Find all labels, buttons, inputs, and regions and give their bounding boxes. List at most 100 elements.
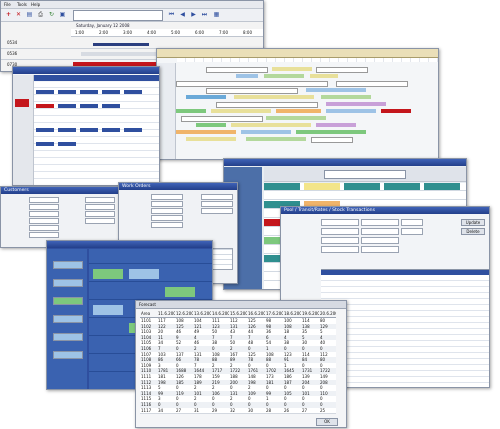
task-bar[interactable] [234, 95, 314, 99]
task-bar[interactable] [186, 95, 226, 99]
task-bar[interactable] [296, 130, 366, 134]
table-row[interactable]: 1117 34 27 31 29 32 30 28 26 27 25 [140, 407, 336, 415]
grid-cell[interactable] [80, 128, 98, 132]
task-bar[interactable] [326, 102, 386, 106]
form-field[interactable] [201, 201, 233, 207]
task-bar[interactable] [326, 109, 376, 113]
gantt-bar[interactable] [93, 43, 149, 46]
status-tile[interactable] [264, 183, 300, 190]
appointment-block[interactable] [93, 305, 123, 315]
task-bar[interactable] [321, 95, 371, 99]
form-field[interactable] [29, 204, 59, 210]
task-bar[interactable] [176, 81, 328, 87]
task-bar[interactable] [186, 137, 236, 141]
status-tile[interactable] [344, 183, 380, 190]
task-bar[interactable] [216, 102, 318, 108]
form-field[interactable] [85, 211, 115, 217]
day-slot-button[interactable] [53, 351, 83, 359]
form-field[interactable] [29, 218, 59, 224]
transit-field[interactable] [361, 219, 399, 226]
task-bar[interactable] [206, 88, 298, 94]
grid-cell[interactable] [58, 142, 76, 146]
grid-cell[interactable] [58, 90, 76, 94]
form-field[interactable] [151, 201, 183, 207]
form-field[interactable] [151, 194, 183, 200]
appointment-block[interactable] [93, 269, 123, 279]
task-bar[interactable] [266, 116, 326, 120]
menu-help[interactable]: Help [31, 2, 40, 7]
transit-field[interactable] [361, 228, 399, 235]
form-field[interactable] [85, 218, 115, 224]
print-icon[interactable]: ⎙ [36, 10, 45, 19]
task-bar[interactable] [306, 88, 366, 92]
transit-field[interactable] [361, 246, 399, 253]
transit-field[interactable] [361, 237, 399, 244]
task-bar[interactable] [231, 123, 311, 127]
form-field[interactable] [151, 208, 183, 214]
task-bar[interactable] [211, 109, 271, 113]
task-bar[interactable] [311, 137, 353, 143]
day-slot-button[interactable] [53, 297, 83, 305]
transit-field[interactable] [401, 219, 423, 226]
grid-cell[interactable] [58, 128, 76, 132]
form-field[interactable] [29, 211, 59, 217]
task-bar[interactable] [336, 81, 408, 87]
transit-field[interactable] [321, 228, 359, 235]
grid-cell[interactable] [102, 90, 120, 94]
status-filter-field[interactable] [324, 170, 406, 179]
appointment-block[interactable] [129, 269, 159, 279]
task-bar[interactable] [176, 130, 236, 134]
task-bar[interactable] [176, 109, 206, 113]
update-button[interactable]: Update [461, 219, 485, 226]
day-slot-button[interactable] [53, 333, 83, 341]
grid-cell[interactable] [80, 90, 98, 94]
refresh-icon[interactable]: ↻ [47, 10, 56, 19]
status-tile[interactable] [424, 183, 460, 190]
appointment-block[interactable] [165, 287, 195, 297]
copy-icon[interactable]: ▤ [25, 10, 34, 19]
grid-cell[interactable] [36, 104, 54, 108]
last-icon[interactable]: ⏭ [200, 10, 209, 19]
calendar-icon[interactable]: ▦ [212, 10, 221, 19]
save-icon[interactable]: ▣ [58, 10, 67, 19]
form-field[interactable] [151, 215, 183, 221]
ok-button[interactable]: OK [316, 418, 338, 426]
grid-cell[interactable] [36, 128, 54, 132]
menu-tools[interactable]: Tools [17, 2, 27, 7]
grid-cell[interactable] [36, 90, 54, 94]
grid-cell[interactable] [124, 90, 142, 94]
form-field[interactable] [151, 222, 183, 228]
grid-cell[interactable] [124, 128, 142, 132]
task-bar[interactable] [310, 74, 338, 78]
delete-icon[interactable]: ✕ [14, 10, 23, 19]
task-bar[interactable] [316, 67, 368, 73]
form-field[interactable] [29, 232, 59, 238]
task-bar[interactable] [181, 116, 263, 122]
add-icon[interactable]: + [4, 10, 13, 19]
task-bar[interactable] [272, 67, 312, 71]
grid-cell[interactable] [58, 104, 76, 108]
menu-file[interactable]: File [4, 2, 11, 7]
form-field[interactable] [29, 197, 59, 203]
task-bar[interactable] [206, 67, 268, 73]
grid-cell[interactable] [102, 128, 120, 132]
next-icon[interactable]: ▶ [189, 10, 198, 19]
previous-icon[interactable]: ◀ [178, 10, 187, 19]
form-field[interactable] [201, 194, 233, 200]
transit-field[interactable] [321, 246, 359, 253]
task-bar[interactable] [264, 74, 304, 78]
form-field[interactable] [29, 225, 59, 231]
task-bar[interactable] [316, 123, 356, 127]
resource-combobox[interactable] [73, 10, 163, 21]
first-icon[interactable]: ⏮ [167, 10, 176, 19]
task-bar[interactable] [276, 109, 321, 113]
form-field[interactable] [85, 204, 115, 210]
form-field[interactable] [85, 197, 115, 203]
task-bar[interactable] [246, 137, 306, 141]
gantt-bar[interactable] [81, 52, 161, 56]
status-tile[interactable] [304, 183, 340, 190]
task-bar[interactable] [381, 109, 411, 113]
transit-field[interactable] [401, 228, 423, 235]
grid-cell[interactable] [80, 104, 98, 108]
task-bar[interactable] [241, 130, 291, 134]
